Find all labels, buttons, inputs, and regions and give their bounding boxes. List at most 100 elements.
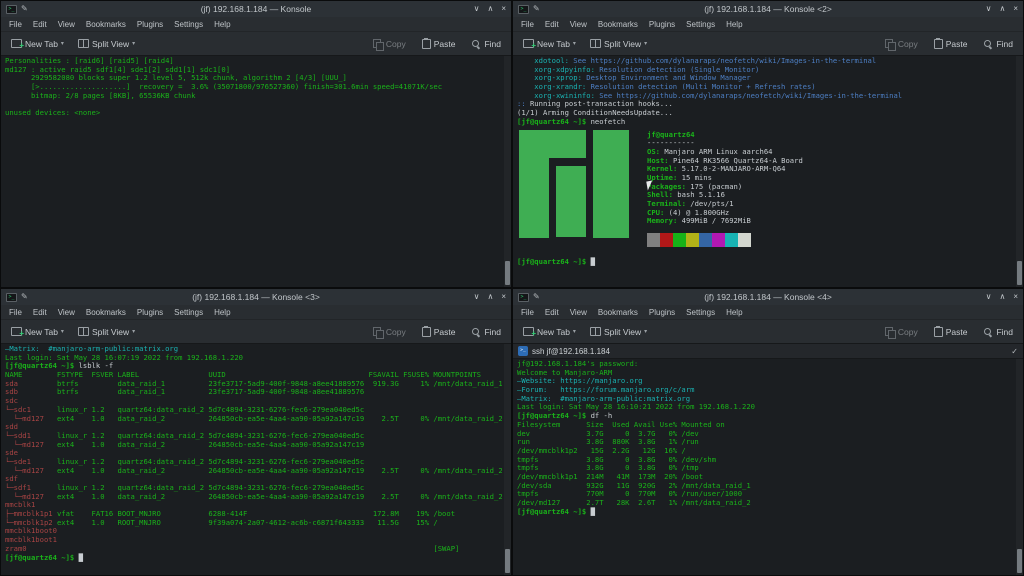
split-view-button[interactable]: Split View ▾: [586, 36, 651, 52]
menu-item-view[interactable]: View: [565, 306, 592, 319]
terminal-line: unused devices: <none>: [5, 108, 101, 118]
new-tab-button[interactable]: New Tab ▾: [519, 36, 580, 52]
copy-label: Copy: [897, 38, 918, 49]
titlebar[interactable]: >_ ✎ (jf) 192.168.1.184 — Konsole ∨ ∧ ×: [1, 1, 511, 17]
menu-item-help[interactable]: Help: [209, 18, 235, 31]
toolbar: New Tab ▾ Split View ▾ Copy Paste: [1, 32, 511, 56]
new-tab-button[interactable]: New Tab ▾: [7, 36, 68, 52]
close-button[interactable]: ×: [1013, 293, 1018, 301]
titlebar[interactable]: >_ ✎ (jf) 192.168.1.184 — Konsole <3> ∨ …: [1, 289, 511, 305]
new-tab-button[interactable]: New Tab ▾: [519, 324, 580, 340]
menu-item-help[interactable]: Help: [721, 18, 747, 31]
menu-item-view[interactable]: View: [53, 306, 80, 319]
menu-item-settings[interactable]: Settings: [681, 306, 720, 319]
scrollbar-thumb[interactable]: [505, 549, 510, 573]
menu-item-help[interactable]: Help: [209, 306, 235, 319]
new-tab-icon: [11, 39, 24, 50]
close-button[interactable]: ×: [1013, 5, 1018, 13]
paste-button[interactable]: Paste: [930, 323, 972, 340]
minimize-button[interactable]: ∨: [474, 5, 480, 13]
minimize-button[interactable]: ∨: [986, 5, 992, 13]
copy-label: Copy: [385, 38, 406, 49]
menu-item-file[interactable]: File: [516, 18, 539, 31]
terminal[interactable]: —Matrix: #manjaro-arm-public:matrix.org L…: [5, 345, 502, 574]
scrollbar-thumb[interactable]: [1017, 261, 1022, 285]
paste-button[interactable]: Paste: [930, 35, 972, 52]
split-view-button[interactable]: Split View ▾: [74, 36, 139, 52]
pencil-icon: ✎: [21, 4, 28, 13]
close-button[interactable]: ×: [501, 5, 506, 13]
maximize-button[interactable]: ∧: [487, 293, 493, 301]
find-button[interactable]: Find: [979, 35, 1017, 52]
split-view-button[interactable]: Split View ▾: [586, 324, 651, 340]
scrollbar[interactable]: [1016, 56, 1023, 287]
menu-item-bookmarks[interactable]: Bookmarks: [593, 306, 643, 319]
scrollbar[interactable]: [504, 56, 511, 287]
menu-item-view[interactable]: View: [53, 18, 80, 31]
copy-button[interactable]: Copy: [369, 35, 410, 52]
scrollbar-thumb[interactable]: [1017, 549, 1022, 573]
paste-label: Paste: [433, 326, 456, 337]
find-button[interactable]: Find: [467, 323, 505, 340]
maximize-button[interactable]: ∧: [999, 5, 1005, 13]
menu-item-settings[interactable]: Settings: [169, 306, 208, 319]
chevron-down-icon: ▾: [644, 41, 648, 47]
new-tab-label: New Tab: [25, 326, 58, 337]
find-button[interactable]: Find: [467, 35, 505, 52]
new-tab-label: New Tab: [537, 326, 570, 337]
copy-button[interactable]: Copy: [881, 323, 922, 340]
menu-item-edit[interactable]: Edit: [540, 306, 564, 319]
split-view-label: Split View: [91, 326, 130, 337]
chevron-down-icon: ▾: [644, 329, 648, 335]
mouse-cursor: [646, 180, 654, 191]
terminal[interactable]: Personalities : [raid6] [raid5] [raid4] m…: [5, 57, 502, 286]
menu-item-file[interactable]: File: [4, 306, 27, 319]
menubar: File Edit View Bookmarks Plugins Setting…: [513, 17, 1023, 32]
menu-item-settings[interactable]: Settings: [169, 18, 208, 31]
close-button[interactable]: ×: [501, 293, 506, 301]
titlebar[interactable]: >_ ✎ (jf) 192.168.1.184 — Konsole <2> ∨ …: [513, 1, 1023, 17]
minimize-button[interactable]: ∨: [474, 293, 480, 301]
menu-item-edit[interactable]: Edit: [540, 18, 564, 31]
menu-item-plugins[interactable]: Plugins: [132, 18, 168, 31]
find-button[interactable]: Find: [979, 323, 1017, 340]
terminal-color-palette: [647, 233, 803, 248]
tab-title[interactable]: ssh jf@192.168.1.184: [532, 347, 610, 356]
menu-item-edit[interactable]: Edit: [28, 18, 52, 31]
toolbar: New Tab ▾ Split View ▾ Copy Paste: [513, 320, 1023, 344]
menu-item-plugins[interactable]: Plugins: [132, 306, 168, 319]
konsole-app-icon: >_: [518, 292, 529, 302]
minimize-button[interactable]: ∨: [986, 293, 992, 301]
terminal[interactable]: jf@192.168.1.184's password: Welcome to M…: [517, 360, 1014, 574]
copy-button[interactable]: Copy: [369, 323, 410, 340]
menubar: File Edit View Bookmarks Plugins Setting…: [1, 17, 511, 32]
scrollbar-thumb[interactable]: [505, 261, 510, 285]
paste-button[interactable]: Paste: [418, 323, 460, 340]
new-tab-label: New Tab: [537, 38, 570, 49]
maximize-button[interactable]: ∧: [999, 293, 1005, 301]
titlebar[interactable]: >_ ✎ (jf) 192.168.1.184 — Konsole <4> ∨ …: [513, 289, 1023, 305]
maximize-button[interactable]: ∧: [487, 5, 493, 13]
chevron-down-icon: ▾: [60, 329, 64, 335]
copy-button[interactable]: Copy: [881, 35, 922, 52]
menu-item-settings[interactable]: Settings: [681, 18, 720, 31]
terminal-line: └─md127 ext4 1.0 data_raid_2 264850cb-ea…: [5, 439, 365, 449]
menu-item-help[interactable]: Help: [721, 306, 747, 319]
paste-button[interactable]: Paste: [418, 35, 460, 52]
menu-item-bookmarks[interactable]: Bookmarks: [593, 18, 643, 31]
terminal[interactable]: xdotool: See https://github.com/dylanara…: [517, 57, 1014, 286]
scrollbar[interactable]: [504, 344, 511, 575]
new-tab-button[interactable]: New Tab ▾: [7, 324, 68, 340]
menu-item-bookmarks[interactable]: Bookmarks: [81, 18, 131, 31]
menu-item-file[interactable]: File: [516, 306, 539, 319]
menu-item-bookmarks[interactable]: Bookmarks: [81, 306, 131, 319]
split-view-button[interactable]: Split View ▾: [74, 324, 139, 340]
menu-item-plugins[interactable]: Plugins: [644, 306, 680, 319]
terminal-area: xdotool: See https://github.com/dylanara…: [513, 56, 1023, 287]
menu-item-view[interactable]: View: [565, 18, 592, 31]
menu-item-plugins[interactable]: Plugins: [644, 18, 680, 31]
scrollbar[interactable]: [1016, 359, 1023, 575]
menu-item-edit[interactable]: Edit: [28, 306, 52, 319]
terminal-line: └─mmcblk1p2 ext4 1.0 ROOT_MNJRO 9f39a074…: [5, 517, 438, 527]
menu-item-file[interactable]: File: [4, 18, 27, 31]
